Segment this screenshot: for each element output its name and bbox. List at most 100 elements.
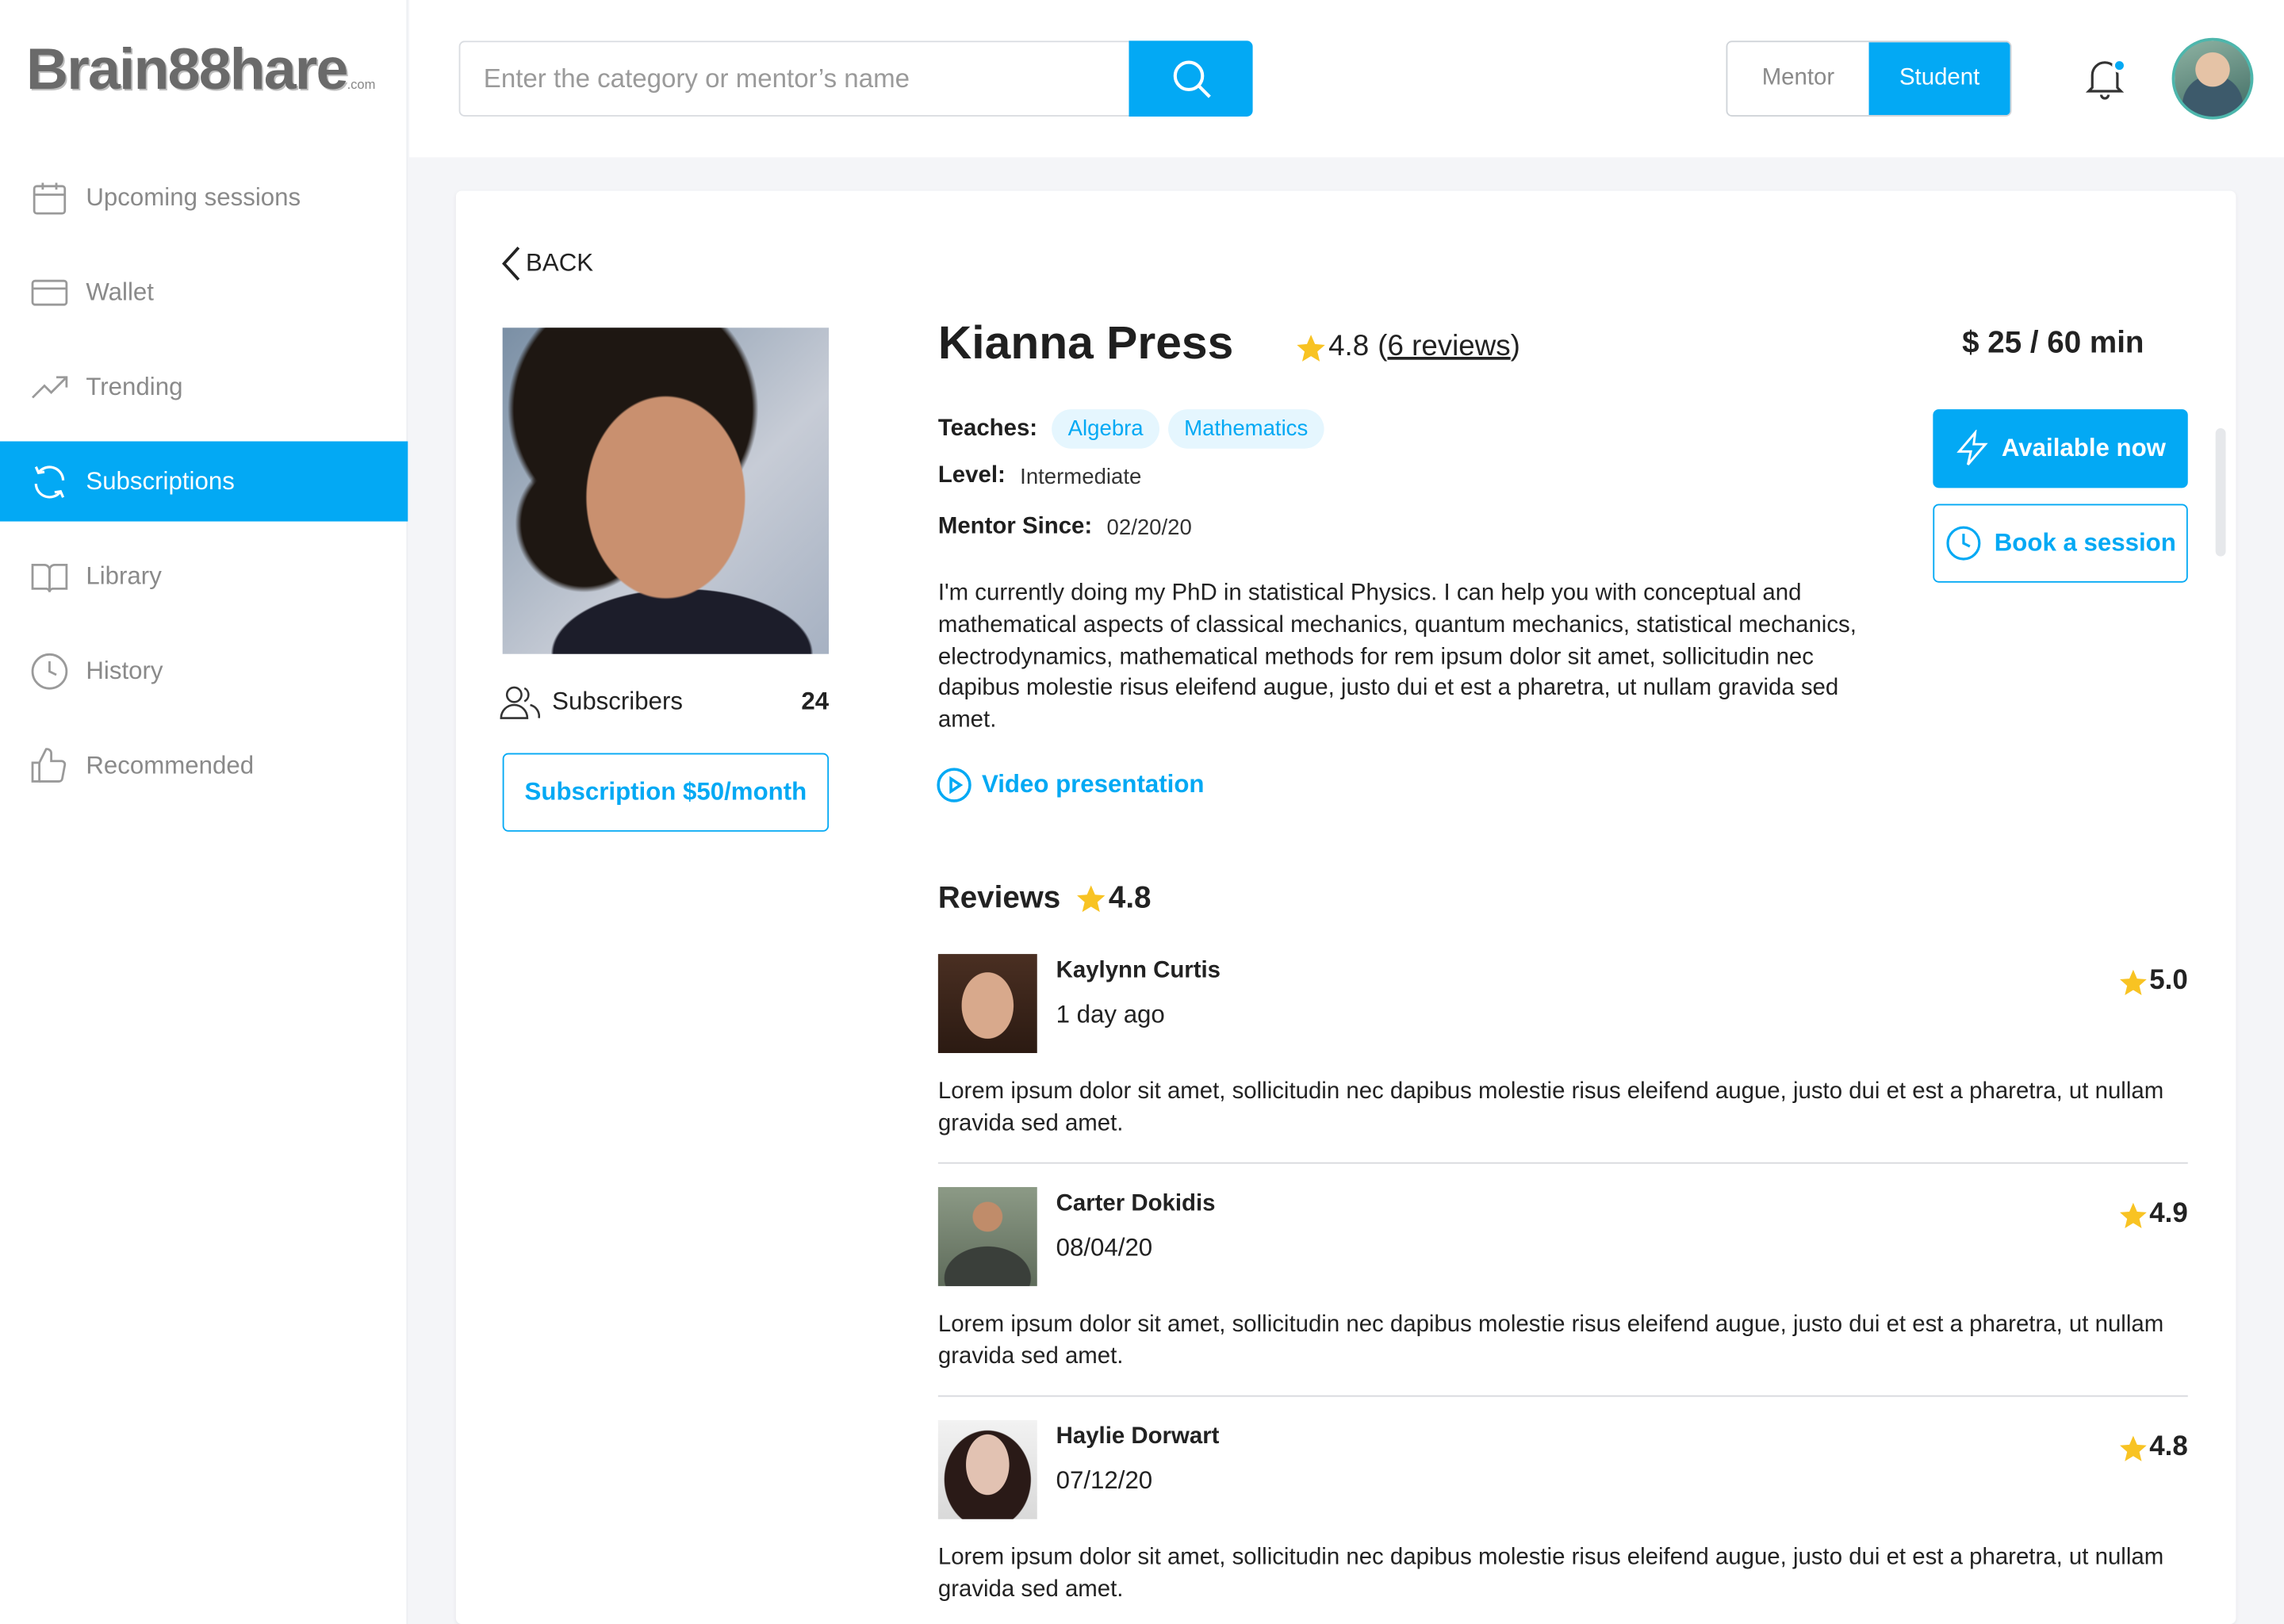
subscribers-count: 24 [801, 687, 830, 715]
back-label: BACK [526, 249, 594, 277]
search-input[interactable] [458, 40, 1129, 117]
subscribers-label: Subscribers [552, 687, 683, 715]
reviewer-avatar [937, 1419, 1037, 1519]
sidebar-item-label: History [86, 656, 163, 684]
reviewer-avatar [937, 1186, 1037, 1286]
sidebar-item-trending[interactable]: Trending [0, 347, 408, 427]
search-icon [1172, 60, 1210, 98]
subscription-button[interactable]: Subscription $50/month [502, 753, 830, 832]
notifications-button[interactable] [2083, 56, 2130, 105]
teaches-label: Teaches: [937, 416, 1038, 441]
book-icon [31, 563, 68, 592]
review-score-value: 4.8 [2149, 1431, 2188, 1463]
top-header: Mentor Student [409, 0, 2284, 158]
review-score-value: 4.9 [2149, 1198, 2188, 1230]
level-value: Intermediate [1020, 464, 1142, 489]
star-icon [1077, 885, 1106, 913]
review-text: Lorem ipsum dolor sit amet, sollicitudin… [937, 1545, 2164, 1603]
book-session-button[interactable]: Book a session [1933, 504, 2188, 583]
reviewer-name: Kaylynn Curtis [1056, 958, 1221, 983]
sidebar-item-history[interactable]: History [0, 630, 408, 710]
video-presentation-link[interactable]: Video presentation [935, 766, 1204, 804]
toggle-student[interactable]: Student [1868, 42, 2010, 116]
sidebar-item-label: Subscriptions [86, 466, 235, 495]
subscribers-row: Subscribers 24 [500, 683, 829, 721]
mentor-photo [502, 327, 830, 654]
tag-mathematics[interactable]: Mathematics [1167, 409, 1324, 449]
star-icon [2119, 1434, 2146, 1461]
sidebar-item-label: Wallet [86, 277, 154, 305]
review-text: Lorem ipsum dolor sit amet, sollicitudin… [937, 1312, 2164, 1369]
trend-icon [32, 375, 68, 398]
review-date: 1 day ago [1056, 1000, 1165, 1028]
users-icon [500, 686, 541, 719]
scrollbar-thumb[interactable] [2215, 428, 2226, 557]
clock-icon [31, 653, 68, 689]
reviews-link[interactable]: 6 reviews [1387, 331, 1510, 364]
book-label: Book a session [1994, 528, 2176, 557]
sidebar-item-recommended[interactable]: Recommended [0, 726, 408, 806]
mentor-profile-card: BACK Subscribers 24 Subscription $50/mon… [455, 190, 2236, 1624]
reviews-link-close: ) [1510, 330, 1520, 363]
card-icon [31, 278, 68, 305]
review-divider [937, 1395, 2188, 1397]
reviews-link-open: ( [1378, 330, 1388, 363]
sidebar-item-label: Upcoming sessions [86, 182, 301, 211]
toggle-mentor[interactable]: Mentor [1727, 42, 1869, 116]
refresh-icon [34, 465, 65, 498]
notification-dot [2112, 58, 2127, 73]
review-text: Lorem ipsum dolor sit amet, sollicitudin… [937, 1079, 2164, 1136]
app-root: Brain88hare.com Upcoming sessions Wallet… [0, 0, 2284, 1624]
sidebar-item-label: Recommended [86, 750, 255, 779]
sidebar-item-library[interactable]: Library [0, 536, 408, 616]
sidebar-item-label: Library [86, 561, 162, 589]
reviews-average: 4.8 [1108, 881, 1152, 915]
review-score: 4.9 [2117, 1199, 2188, 1231]
star-icon [2119, 968, 2146, 995]
search-bar [458, 40, 1253, 117]
lightning-icon [1956, 429, 1988, 465]
play-circle-icon [937, 768, 971, 802]
review-divider [937, 1162, 2188, 1164]
session-price: $ 25 / 60 min [1962, 326, 2144, 360]
star-icon [1297, 334, 1325, 361]
rating-value: 4.8 [1328, 330, 1370, 363]
sidebar: Brain88hare.com Upcoming sessions Wallet… [0, 0, 408, 1624]
tag-algebra[interactable]: Algebra [1052, 409, 1159, 449]
reviewer-avatar [937, 954, 1037, 1053]
chevron-left-icon [502, 247, 520, 281]
mentor-since-row: Mentor Since: 02/20/20 [938, 514, 1192, 540]
sidebar-item-label: Trending [86, 372, 183, 400]
logo-text: Brain88hare [26, 37, 348, 102]
review-score: 5.0 [2117, 966, 2188, 998]
mentor-since-label: Mentor Since: [937, 514, 1093, 539]
thumbs-up-icon [31, 747, 67, 782]
sidebar-item-subscriptions[interactable]: Subscriptions [0, 441, 408, 522]
reviewer-name: Carter Dokidis [1056, 1191, 1216, 1216]
star-icon [2119, 1201, 2146, 1228]
available-now-button[interactable]: Available now [1933, 409, 2188, 488]
level-label: Level: [937, 463, 1006, 488]
logo-domain: .com [347, 77, 376, 92]
sidebar-nav: Upcoming sessions Wallet Trending Subscr… [0, 157, 408, 820]
reviews-header: Reviews 4.8 [938, 881, 1152, 916]
user-avatar[interactable] [2171, 37, 2254, 120]
level-row: Level: Intermediate [938, 463, 1141, 489]
review-date: 07/12/20 [1056, 1466, 1153, 1495]
reviews-title: Reviews [937, 881, 1061, 915]
role-toggle: Mentor Student [1726, 40, 2012, 117]
brand-logo[interactable]: Brain88hare.com [26, 38, 375, 108]
mentor-rating: 4.8 (6 reviews) [1295, 331, 1520, 364]
review-score: 4.8 [2117, 1432, 2188, 1464]
mentor-bio: I'm currently doing my PhD in statistica… [937, 580, 1857, 733]
sidebar-item-wallet[interactable]: Wallet [0, 252, 408, 332]
reviewer-name: Haylie Dorwart [1056, 1424, 1220, 1450]
back-button[interactable]: BACK [500, 245, 593, 283]
search-button[interactable] [1129, 40, 1253, 117]
calendar-icon [33, 182, 67, 214]
review-score-value: 5.0 [2149, 965, 2188, 997]
sidebar-item-upcoming-sessions[interactable]: Upcoming sessions [0, 157, 408, 237]
mentor-name: Kianna Press [937, 316, 1234, 369]
teaches-row: Teaches: Algebra Mathematics [938, 409, 1333, 449]
available-label: Available now [2001, 434, 2166, 462]
